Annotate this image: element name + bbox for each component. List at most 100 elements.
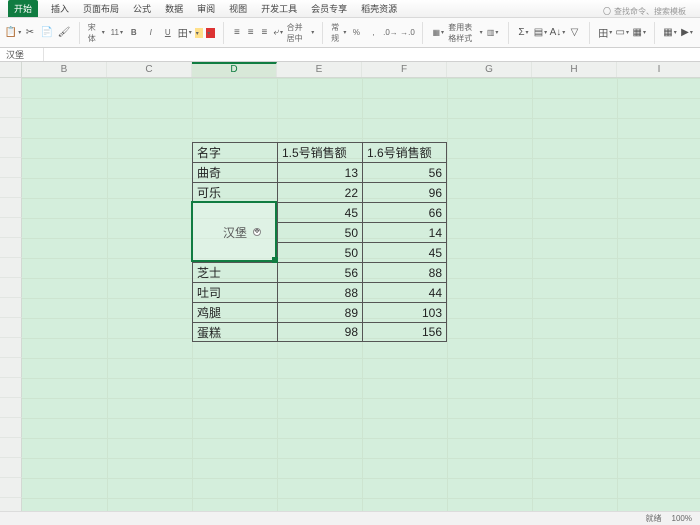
align-center-button[interactable]: ≡ xyxy=(245,26,256,40)
cell[interactable]: 鸡腿 xyxy=(192,302,277,322)
cell[interactable]: 88 xyxy=(362,262,447,282)
cell[interactable]: 22 xyxy=(277,182,362,202)
cut-button[interactable]: ✂ xyxy=(23,26,37,40)
cell[interactable]: 芝士 xyxy=(192,262,277,282)
macro-button[interactable]: ▶ xyxy=(680,26,694,40)
name-box[interactable]: 汉堡 xyxy=(0,48,44,61)
select-all-corner[interactable] xyxy=(0,62,22,77)
align-right-button[interactable]: ≡ xyxy=(259,26,270,40)
decimal-dec-button[interactable]: →.0 xyxy=(400,26,414,40)
cell[interactable]: 曲奇 xyxy=(192,162,277,182)
underline-button[interactable]: U xyxy=(161,26,175,40)
cell[interactable]: 98 xyxy=(277,322,362,342)
cell[interactable]: 蛋糕 xyxy=(192,322,277,342)
tab-formula[interactable]: 公式 xyxy=(132,0,152,17)
row-header[interactable] xyxy=(0,178,22,198)
cell[interactable]: 14 xyxy=(362,222,447,242)
cell[interactable]: 96 xyxy=(362,182,447,202)
tab-view[interactable]: 视图 xyxy=(228,0,248,17)
row-header[interactable] xyxy=(0,418,22,438)
tab-member[interactable]: 会员专享 xyxy=(310,0,348,17)
fill-color-button[interactable] xyxy=(195,28,204,38)
cell[interactable]: 45 xyxy=(277,202,362,222)
col-F[interactable]: F xyxy=(362,62,447,77)
cell[interactable]: 1.6号销售额 xyxy=(362,142,447,162)
cell[interactable]: 88 xyxy=(277,282,362,302)
tab-insert[interactable]: 插入 xyxy=(50,0,70,17)
italic-button[interactable]: I xyxy=(144,26,158,40)
percent-button[interactable]: % xyxy=(349,26,363,40)
row-header[interactable] xyxy=(0,198,22,218)
row-header[interactable] xyxy=(0,458,22,478)
decimal-inc-button[interactable]: .0→ xyxy=(383,26,397,40)
row-header[interactable] xyxy=(0,238,22,258)
col-G[interactable]: G xyxy=(447,62,532,77)
row-header[interactable] xyxy=(0,258,22,278)
row-header[interactable] xyxy=(0,438,22,458)
sort-button[interactable]: A↓ xyxy=(550,26,564,40)
col-D[interactable]: D xyxy=(192,62,277,77)
tab-resource[interactable]: 稻壳资源 xyxy=(360,0,398,17)
cell[interactable]: 89 xyxy=(277,302,362,322)
row-header[interactable] xyxy=(0,158,22,178)
row-header[interactable] xyxy=(0,278,22,298)
cell[interactable]: 103 xyxy=(362,302,447,322)
font-family-select[interactable]: 宋体 xyxy=(88,26,105,40)
font-size-select[interactable]: 11 xyxy=(110,26,124,40)
cell[interactable]: 可乐 xyxy=(192,182,277,202)
row-header[interactable] xyxy=(0,78,22,98)
paste-button[interactable]: 📋 xyxy=(6,26,20,40)
col-B[interactable]: B xyxy=(22,62,107,77)
row-header[interactable] xyxy=(0,118,22,138)
cell[interactable]: 1.5号销售额 xyxy=(277,142,362,162)
row-header[interactable] xyxy=(0,378,22,398)
tab-review[interactable]: 审阅 xyxy=(196,0,216,17)
format-cells-button[interactable]: ▦ xyxy=(632,26,646,40)
cell[interactable]: 56 xyxy=(277,262,362,282)
cell[interactable]: 56 xyxy=(362,162,447,182)
cell[interactable]: 44 xyxy=(362,282,447,302)
tab-dev[interactable]: 开发工具 xyxy=(260,0,298,17)
freeze-button[interactable]: ▦ xyxy=(663,26,677,40)
cell[interactable]: 66 xyxy=(362,202,447,222)
align-left-button[interactable]: ≡ xyxy=(232,26,243,40)
merge-button[interactable]: 合并居中 xyxy=(287,26,315,40)
search-box[interactable]: 查找命令、搜索模板 xyxy=(603,6,686,17)
cell[interactable]: 名字 xyxy=(192,142,277,162)
cell[interactable]: 50 xyxy=(277,242,362,262)
bold-button[interactable]: B xyxy=(127,26,141,40)
tab-layout[interactable]: 页面布局 xyxy=(82,0,120,17)
cell[interactable]: 45 xyxy=(362,242,447,262)
delete-cells-button[interactable]: ▭ xyxy=(615,26,629,40)
zoom-label[interactable]: 100% xyxy=(672,514,692,523)
insert-cells-button[interactable]: 田 xyxy=(598,26,612,40)
wrap-text-button[interactable]: ⤶ xyxy=(273,26,284,40)
row-header[interactable] xyxy=(0,138,22,158)
col-I[interactable]: I xyxy=(617,62,700,77)
cell[interactable]: 汉堡 xyxy=(192,202,277,262)
format-painter-button[interactable]: 🖌 xyxy=(57,26,71,40)
cell[interactable]: 13 xyxy=(277,162,362,182)
col-C[interactable]: C xyxy=(107,62,192,77)
number-format-select[interactable]: 常规 xyxy=(331,26,346,40)
table-style-button[interactable]: 套用表格样式 xyxy=(448,26,482,40)
fill-button[interactable]: ▤ xyxy=(533,26,547,40)
cell[interactable]: 156 xyxy=(362,322,447,342)
row-header[interactable] xyxy=(0,478,22,498)
col-E[interactable]: E xyxy=(277,62,362,77)
comma-button[interactable]: , xyxy=(366,26,380,40)
row-header[interactable] xyxy=(0,218,22,238)
cell-style-button[interactable]: ▥ xyxy=(486,26,500,40)
font-color-button[interactable] xyxy=(206,28,215,38)
row-header[interactable] xyxy=(0,318,22,338)
row-header[interactable] xyxy=(0,498,22,511)
copy-button[interactable]: 📄 xyxy=(40,26,54,40)
row-header[interactable] xyxy=(0,358,22,378)
row-header[interactable] xyxy=(0,98,22,118)
border-button[interactable]: 田 xyxy=(178,26,192,40)
col-H[interactable]: H xyxy=(532,62,617,77)
sum-button[interactable]: Σ xyxy=(516,26,530,40)
tab-data[interactable]: 数据 xyxy=(164,0,184,17)
cell[interactable]: 吐司 xyxy=(192,282,277,302)
filter-button[interactable]: ▽ xyxy=(567,26,581,40)
